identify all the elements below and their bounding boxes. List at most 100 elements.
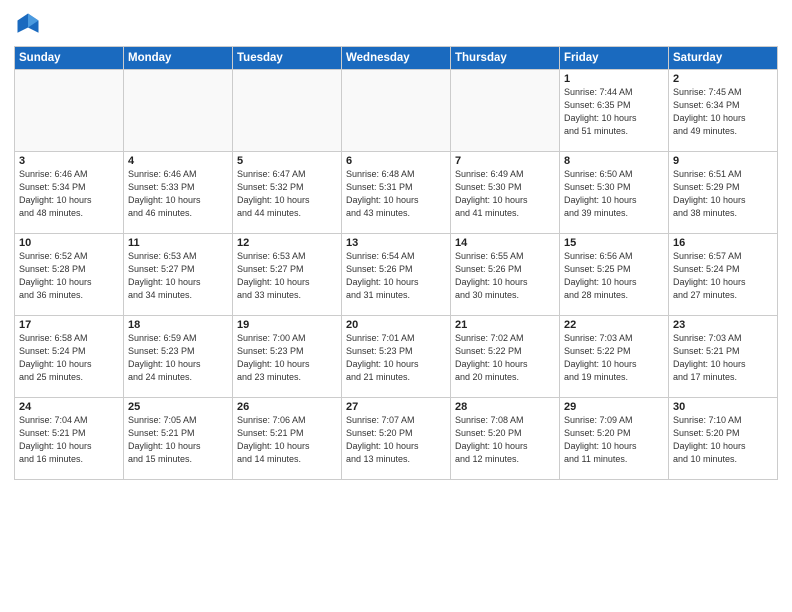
day-info: Sunrise: 6:57 AM Sunset: 5:24 PM Dayligh… bbox=[673, 250, 773, 302]
day-cell-24: 20Sunrise: 7:01 AM Sunset: 5:23 PM Dayli… bbox=[342, 316, 451, 398]
day-cell-33: 29Sunrise: 7:09 AM Sunset: 5:20 PM Dayli… bbox=[560, 398, 669, 480]
day-info: Sunrise: 6:58 AM Sunset: 5:24 PM Dayligh… bbox=[19, 332, 119, 384]
day-cell-7: 3Sunrise: 6:46 AM Sunset: 5:34 PM Daylig… bbox=[15, 152, 124, 234]
day-cell-9: 5Sunrise: 6:47 AM Sunset: 5:32 PM Daylig… bbox=[233, 152, 342, 234]
day-number: 28 bbox=[455, 401, 555, 413]
day-cell-25: 21Sunrise: 7:02 AM Sunset: 5:22 PM Dayli… bbox=[451, 316, 560, 398]
day-number: 9 bbox=[673, 155, 773, 167]
day-number: 4 bbox=[128, 155, 228, 167]
day-info: Sunrise: 6:51 AM Sunset: 5:29 PM Dayligh… bbox=[673, 168, 773, 220]
day-cell-5: 1Sunrise: 7:44 AM Sunset: 6:35 PM Daylig… bbox=[560, 70, 669, 152]
day-number: 11 bbox=[128, 237, 228, 249]
day-info: Sunrise: 7:10 AM Sunset: 5:20 PM Dayligh… bbox=[673, 414, 773, 466]
day-number: 27 bbox=[346, 401, 446, 413]
day-info: Sunrise: 6:53 AM Sunset: 5:27 PM Dayligh… bbox=[237, 250, 337, 302]
day-cell-13: 9Sunrise: 6:51 AM Sunset: 5:29 PM Daylig… bbox=[669, 152, 778, 234]
day-number: 29 bbox=[564, 401, 664, 413]
day-info: Sunrise: 6:46 AM Sunset: 5:33 PM Dayligh… bbox=[128, 168, 228, 220]
week-row-2: 3Sunrise: 6:46 AM Sunset: 5:34 PM Daylig… bbox=[15, 152, 778, 234]
day-number: 3 bbox=[19, 155, 119, 167]
weekday-header-wednesday: Wednesday bbox=[342, 47, 451, 70]
day-number: 26 bbox=[237, 401, 337, 413]
day-cell-30: 26Sunrise: 7:06 AM Sunset: 5:21 PM Dayli… bbox=[233, 398, 342, 480]
weekday-header-friday: Friday bbox=[560, 47, 669, 70]
day-number: 13 bbox=[346, 237, 446, 249]
day-info: Sunrise: 6:47 AM Sunset: 5:32 PM Dayligh… bbox=[237, 168, 337, 220]
weekday-header-sunday: Sunday bbox=[15, 47, 124, 70]
day-number: 17 bbox=[19, 319, 119, 331]
day-cell-14: 10Sunrise: 6:52 AM Sunset: 5:28 PM Dayli… bbox=[15, 234, 124, 316]
day-cell-34: 30Sunrise: 7:10 AM Sunset: 5:20 PM Dayli… bbox=[669, 398, 778, 480]
day-info: Sunrise: 7:00 AM Sunset: 5:23 PM Dayligh… bbox=[237, 332, 337, 384]
day-cell-32: 28Sunrise: 7:08 AM Sunset: 5:20 PM Dayli… bbox=[451, 398, 560, 480]
day-number: 6 bbox=[346, 155, 446, 167]
day-cell-15: 11Sunrise: 6:53 AM Sunset: 5:27 PM Dayli… bbox=[124, 234, 233, 316]
day-number: 15 bbox=[564, 237, 664, 249]
day-cell-31: 27Sunrise: 7:07 AM Sunset: 5:20 PM Dayli… bbox=[342, 398, 451, 480]
day-cell-27: 23Sunrise: 7:03 AM Sunset: 5:21 PM Dayli… bbox=[669, 316, 778, 398]
day-info: Sunrise: 7:06 AM Sunset: 5:21 PM Dayligh… bbox=[237, 414, 337, 466]
day-number: 24 bbox=[19, 401, 119, 413]
day-cell-6: 2Sunrise: 7:45 AM Sunset: 6:34 PM Daylig… bbox=[669, 70, 778, 152]
page: SundayMondayTuesdayWednesdayThursdayFrid… bbox=[0, 0, 792, 612]
day-info: Sunrise: 6:48 AM Sunset: 5:31 PM Dayligh… bbox=[346, 168, 446, 220]
day-number: 7 bbox=[455, 155, 555, 167]
day-cell-18: 14Sunrise: 6:55 AM Sunset: 5:26 PM Dayli… bbox=[451, 234, 560, 316]
day-cell-1 bbox=[124, 70, 233, 152]
weekday-header-monday: Monday bbox=[124, 47, 233, 70]
day-cell-11: 7Sunrise: 6:49 AM Sunset: 5:30 PM Daylig… bbox=[451, 152, 560, 234]
day-info: Sunrise: 6:46 AM Sunset: 5:34 PM Dayligh… bbox=[19, 168, 119, 220]
day-cell-17: 13Sunrise: 6:54 AM Sunset: 5:26 PM Dayli… bbox=[342, 234, 451, 316]
calendar-table: SundayMondayTuesdayWednesdayThursdayFrid… bbox=[14, 46, 778, 480]
day-number: 21 bbox=[455, 319, 555, 331]
day-info: Sunrise: 6:52 AM Sunset: 5:28 PM Dayligh… bbox=[19, 250, 119, 302]
weekday-header-saturday: Saturday bbox=[669, 47, 778, 70]
day-info: Sunrise: 6:50 AM Sunset: 5:30 PM Dayligh… bbox=[564, 168, 664, 220]
day-number: 18 bbox=[128, 319, 228, 331]
day-number: 16 bbox=[673, 237, 773, 249]
day-cell-3 bbox=[342, 70, 451, 152]
day-number: 2 bbox=[673, 73, 773, 85]
day-info: Sunrise: 6:59 AM Sunset: 5:23 PM Dayligh… bbox=[128, 332, 228, 384]
day-cell-26: 22Sunrise: 7:03 AM Sunset: 5:22 PM Dayli… bbox=[560, 316, 669, 398]
day-info: Sunrise: 6:54 AM Sunset: 5:26 PM Dayligh… bbox=[346, 250, 446, 302]
day-number: 1 bbox=[564, 73, 664, 85]
day-number: 22 bbox=[564, 319, 664, 331]
day-cell-4 bbox=[451, 70, 560, 152]
header bbox=[14, 10, 778, 38]
day-number: 14 bbox=[455, 237, 555, 249]
day-cell-21: 17Sunrise: 6:58 AM Sunset: 5:24 PM Dayli… bbox=[15, 316, 124, 398]
day-cell-20: 16Sunrise: 6:57 AM Sunset: 5:24 PM Dayli… bbox=[669, 234, 778, 316]
week-row-5: 24Sunrise: 7:04 AM Sunset: 5:21 PM Dayli… bbox=[15, 398, 778, 480]
day-cell-12: 8Sunrise: 6:50 AM Sunset: 5:30 PM Daylig… bbox=[560, 152, 669, 234]
day-info: Sunrise: 7:03 AM Sunset: 5:22 PM Dayligh… bbox=[564, 332, 664, 384]
day-number: 25 bbox=[128, 401, 228, 413]
day-cell-10: 6Sunrise: 6:48 AM Sunset: 5:31 PM Daylig… bbox=[342, 152, 451, 234]
day-cell-8: 4Sunrise: 6:46 AM Sunset: 5:33 PM Daylig… bbox=[124, 152, 233, 234]
day-cell-22: 18Sunrise: 6:59 AM Sunset: 5:23 PM Dayli… bbox=[124, 316, 233, 398]
weekday-header-row: SundayMondayTuesdayWednesdayThursdayFrid… bbox=[15, 47, 778, 70]
day-number: 12 bbox=[237, 237, 337, 249]
day-info: Sunrise: 7:02 AM Sunset: 5:22 PM Dayligh… bbox=[455, 332, 555, 384]
day-number: 5 bbox=[237, 155, 337, 167]
day-info: Sunrise: 7:04 AM Sunset: 5:21 PM Dayligh… bbox=[19, 414, 119, 466]
day-info: Sunrise: 7:45 AM Sunset: 6:34 PM Dayligh… bbox=[673, 86, 773, 138]
day-info: Sunrise: 6:49 AM Sunset: 5:30 PM Dayligh… bbox=[455, 168, 555, 220]
week-row-3: 10Sunrise: 6:52 AM Sunset: 5:28 PM Dayli… bbox=[15, 234, 778, 316]
day-cell-28: 24Sunrise: 7:04 AM Sunset: 5:21 PM Dayli… bbox=[15, 398, 124, 480]
day-number: 8 bbox=[564, 155, 664, 167]
day-info: Sunrise: 7:01 AM Sunset: 5:23 PM Dayligh… bbox=[346, 332, 446, 384]
day-number: 10 bbox=[19, 237, 119, 249]
day-cell-2 bbox=[233, 70, 342, 152]
day-info: Sunrise: 7:05 AM Sunset: 5:21 PM Dayligh… bbox=[128, 414, 228, 466]
logo-icon bbox=[14, 10, 42, 38]
day-number: 23 bbox=[673, 319, 773, 331]
weekday-header-tuesday: Tuesday bbox=[233, 47, 342, 70]
day-number: 20 bbox=[346, 319, 446, 331]
day-cell-16: 12Sunrise: 6:53 AM Sunset: 5:27 PM Dayli… bbox=[233, 234, 342, 316]
day-info: Sunrise: 7:44 AM Sunset: 6:35 PM Dayligh… bbox=[564, 86, 664, 138]
day-info: Sunrise: 6:56 AM Sunset: 5:25 PM Dayligh… bbox=[564, 250, 664, 302]
day-cell-19: 15Sunrise: 6:56 AM Sunset: 5:25 PM Dayli… bbox=[560, 234, 669, 316]
day-info: Sunrise: 7:03 AM Sunset: 5:21 PM Dayligh… bbox=[673, 332, 773, 384]
day-cell-0 bbox=[15, 70, 124, 152]
